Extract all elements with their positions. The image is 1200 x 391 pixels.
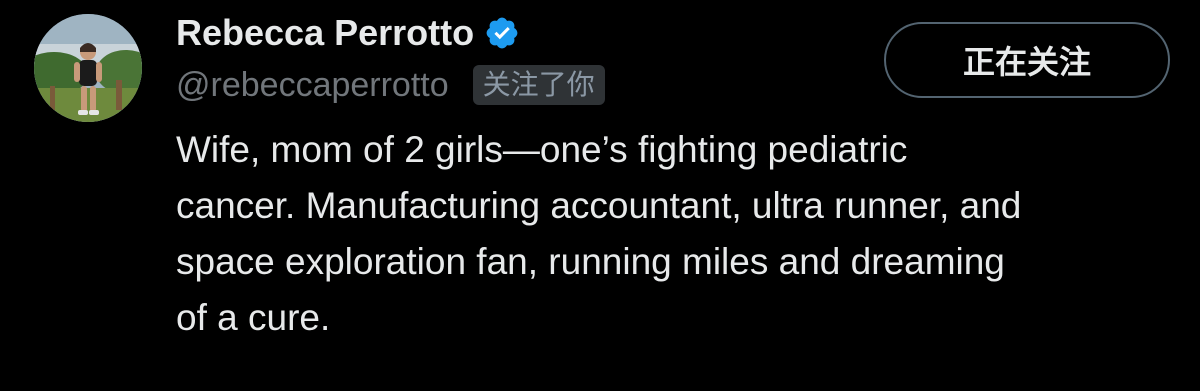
verified-badge-icon[interactable] [484, 15, 520, 51]
avatar[interactable] [34, 14, 142, 122]
bio-line: of a cure. [176, 297, 331, 338]
avatar-photo [34, 14, 142, 122]
user-bio: Wife, mom of 2 girls—one’s fighting pedi… [176, 122, 1186, 346]
bio-line: Wife, mom of 2 girls—one’s fighting pedi… [176, 129, 908, 170]
bio-line: cancer. Manufacturing accountant, ultra … [176, 185, 1022, 226]
bio-line: space exploration fan, running miles and… [176, 241, 1005, 282]
handle-row: @rebeccaperrotto 关注了你 [176, 62, 605, 108]
name-row: Rebecca Perrotto [176, 10, 520, 56]
follows-you-badge: 关注了你 [472, 65, 605, 105]
following-button[interactable]: 正在关注 [884, 22, 1170, 98]
display-name[interactable]: Rebecca Perrotto [176, 10, 474, 56]
user-handle[interactable]: @rebeccaperrotto [176, 62, 449, 108]
user-cell[interactable]: Rebecca Perrotto @rebeccaperrotto 关注了你 正… [0, 0, 1200, 391]
